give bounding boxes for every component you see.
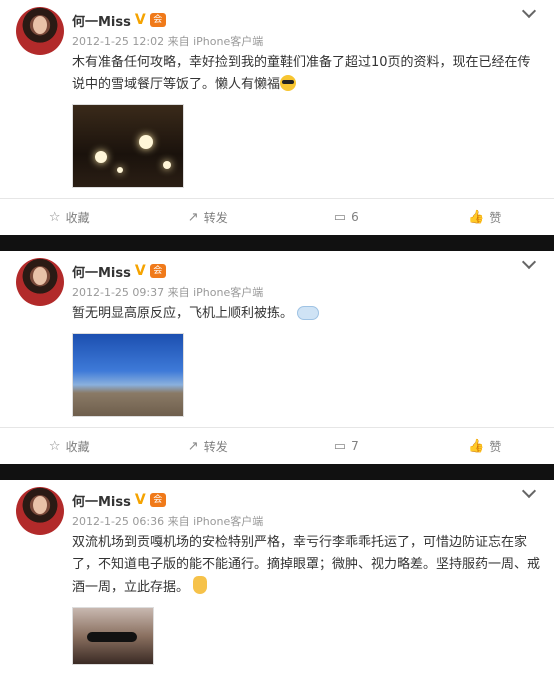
- thumbs-up-icon: 👍: [468, 210, 484, 225]
- like-button[interactable]: 👍赞: [416, 199, 554, 235]
- hand-emoji-icon: [193, 576, 207, 594]
- thumbs-up-icon: 👍: [468, 439, 484, 454]
- favorite-button[interactable]: ☆ 收藏: [0, 199, 139, 235]
- repost-button[interactable]: ↗ 转发: [139, 428, 278, 464]
- repost-label: 转发: [204, 209, 228, 226]
- cool-emoji-icon: [280, 75, 296, 91]
- post-text: 暂无明显高原反应，飞机上顺利被拣。: [72, 303, 540, 325]
- post-image[interactable]: [72, 104, 184, 188]
- divider: [0, 464, 554, 480]
- comment-count: 7: [351, 439, 359, 453]
- favorite-label: 收藏: [66, 209, 90, 226]
- post-text-content: 暂无明显高原反应，飞机上顺利被拣。: [72, 306, 293, 321]
- cloud-emoji-icon: [297, 306, 319, 320]
- repost-icon: ↗: [188, 210, 199, 225]
- comment-icon: ▭: [334, 439, 346, 454]
- favorite-button[interactable]: ☆ 收藏: [0, 428, 139, 464]
- verified-icon: V: [135, 492, 146, 508]
- user-name[interactable]: 何一Miss: [72, 262, 131, 281]
- action-bar: ☆收藏 ↗转发 ▭7 👍赞: [0, 427, 554, 464]
- comment-button[interactable]: ▭6: [277, 199, 416, 235]
- user-name[interactable]: 何一Miss: [72, 11, 131, 30]
- post-text: 双流机场到贡嘎机场的安检特别严格，幸亏行李乖乖托运了，可惜边防证忘在家了，不知道…: [72, 532, 540, 599]
- verified-icon: V: [135, 263, 146, 279]
- member-icon: 会: [150, 13, 166, 27]
- repost-button[interactable]: ↗ 转发: [139, 199, 278, 235]
- post-text: 木有准备任何攻略，幸好捡到我的童鞋们准备了超过10页的资料，现在已经在传说中的雪…: [72, 52, 540, 96]
- weibo-post: 何一Miss V 会 2012-1-25 09:37 来自 iPhone客户端 …: [0, 251, 554, 464]
- post-image[interactable]: [72, 607, 154, 665]
- star-icon: ☆: [49, 210, 61, 225]
- post-meta: 2012-1-25 06:36 来自 iPhone客户端: [72, 513, 540, 529]
- repost-icon: ↗: [188, 439, 199, 454]
- member-icon: 会: [150, 264, 166, 278]
- weibo-post: 何一Miss V 会 2012-1-25 12:02 来自 iPhone客户端 …: [0, 0, 554, 235]
- favorite-label: 收藏: [66, 438, 90, 455]
- weibo-post: 何一Miss V 会 2012-1-25 06:36 来自 iPhone客户端 …: [0, 480, 554, 680]
- weibo-feed: 何一Miss V 会 2012-1-25 12:02 来自 iPhone客户端 …: [0, 0, 554, 680]
- action-bar: ☆收藏 ↗转发 ▭6 👍赞: [0, 198, 554, 235]
- verified-icon: V: [135, 12, 146, 28]
- post-text-content: 双流机场到贡嘎机场的安检特别严格，幸亏行李乖乖托运了，可惜边防证忘在家了，不知道…: [72, 535, 540, 595]
- comment-button[interactable]: ▭7: [277, 428, 416, 464]
- divider: [0, 235, 554, 251]
- like-label: 赞: [489, 438, 501, 455]
- comment-count: 6: [351, 210, 359, 224]
- user-name[interactable]: 何一Miss: [72, 491, 131, 510]
- post-meta: 2012-1-25 12:02 来自 iPhone客户端: [72, 33, 540, 49]
- avatar[interactable]: [16, 7, 64, 55]
- comment-icon: ▭: [334, 210, 346, 225]
- avatar[interactable]: [16, 487, 64, 535]
- like-button[interactable]: 👍赞: [416, 428, 554, 464]
- star-icon: ☆: [49, 439, 61, 454]
- post-image[interactable]: [72, 333, 184, 417]
- post-text-content: 木有准备任何攻略，幸好捡到我的童鞋们准备了超过10页的资料，现在已经在传说中的雪…: [72, 55, 531, 92]
- member-icon: 会: [150, 493, 166, 507]
- avatar[interactable]: [16, 258, 64, 306]
- repost-label: 转发: [204, 438, 228, 455]
- post-meta: 2012-1-25 09:37 来自 iPhone客户端: [72, 284, 540, 300]
- like-label: 赞: [489, 209, 501, 226]
